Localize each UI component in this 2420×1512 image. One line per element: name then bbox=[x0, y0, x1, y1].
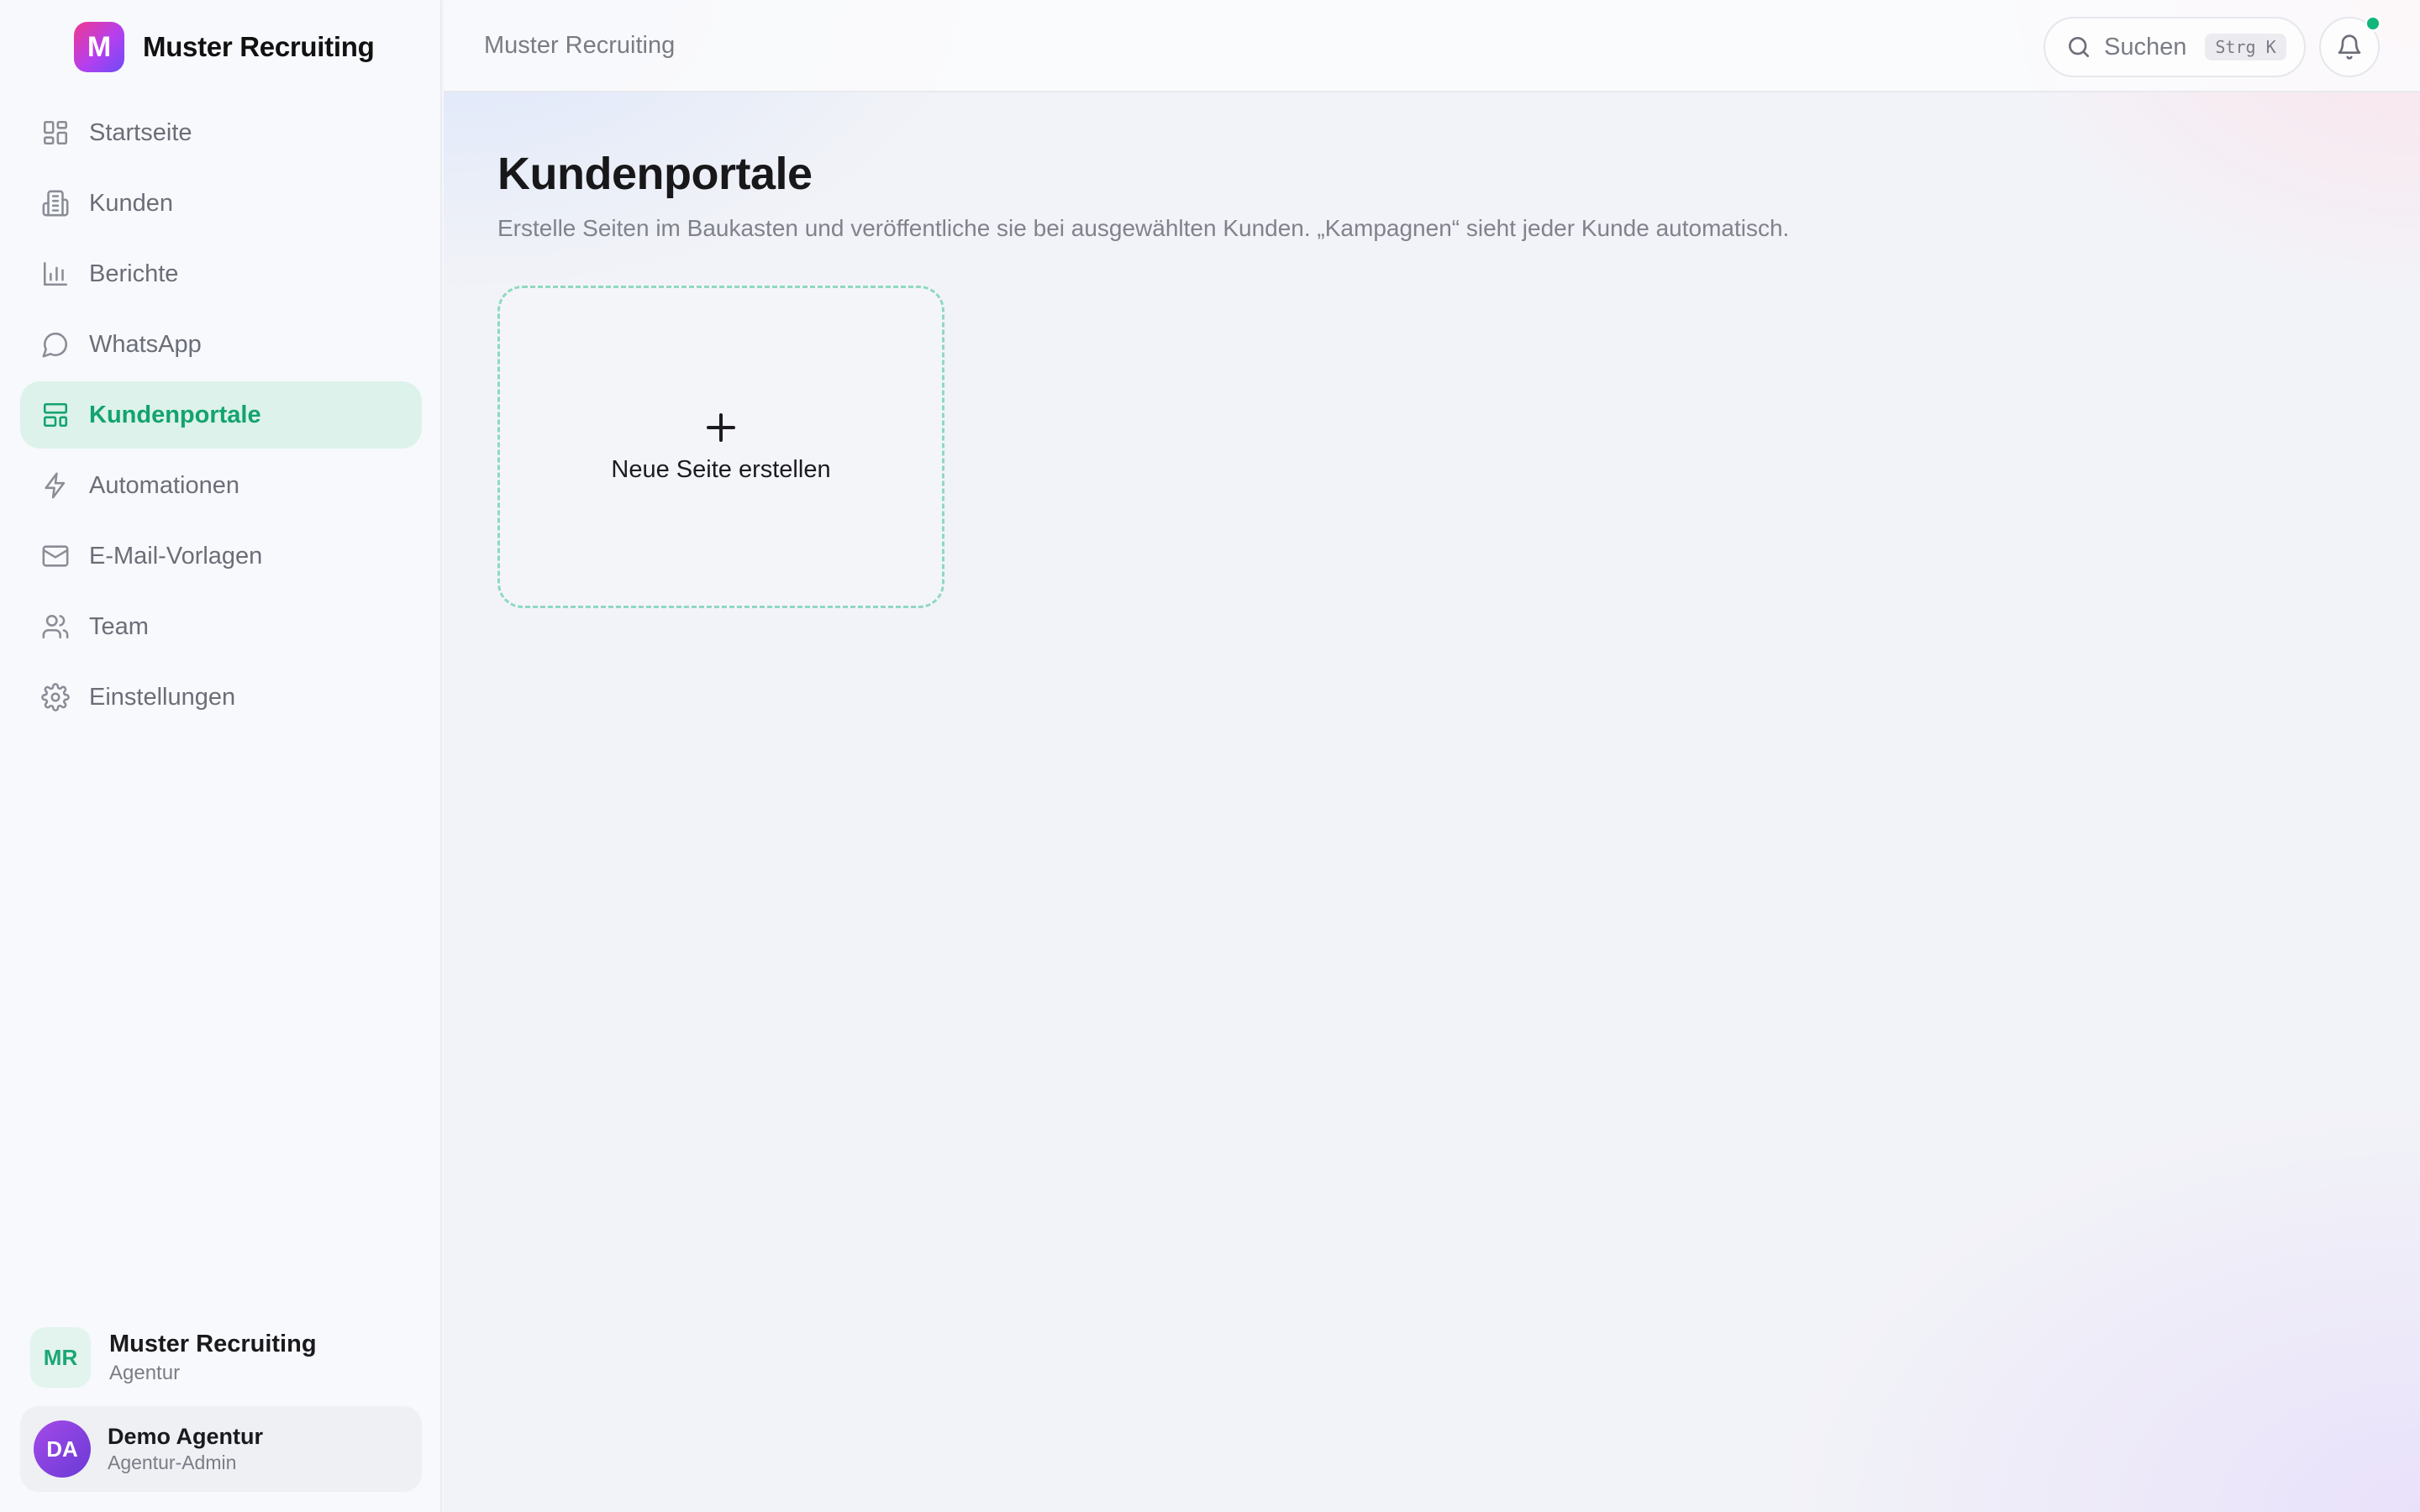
user-name: Demo Agentur bbox=[108, 1424, 264, 1449]
sidebar: M Muster Recruiting Startseite Kunden Be… bbox=[0, 0, 442, 1512]
sidebar-item-team[interactable]: Team bbox=[20, 593, 422, 660]
sidebar-nav: Startseite Kunden Berichte WhatsApp Kund… bbox=[20, 99, 422, 734]
users-icon bbox=[40, 612, 71, 642]
brand[interactable]: M Muster Recruiting bbox=[74, 22, 375, 72]
layout-icon bbox=[40, 400, 71, 430]
sidebar-item-berichte[interactable]: Berichte bbox=[20, 240, 422, 307]
brand-name: Muster Recruiting bbox=[143, 31, 375, 62]
search-icon bbox=[2069, 37, 2089, 57]
org-card[interactable]: MR Muster Recruiting Agentur bbox=[30, 1327, 317, 1388]
sidebar-item-label: Automationen bbox=[89, 471, 239, 499]
notification-badge bbox=[2365, 15, 2381, 32]
new-page-card[interactable]: Neue Seite erstellen bbox=[497, 286, 944, 608]
sidebar-item-label: Einstellungen bbox=[89, 683, 236, 711]
avatar: DA bbox=[34, 1420, 91, 1478]
sidebar-item-kunden[interactable]: Kunden bbox=[20, 170, 422, 237]
lightning-icon bbox=[40, 470, 71, 501]
topbar: Muster Recruiting Suchen Strg K bbox=[444, 0, 2420, 92]
main-content: Muster Recruiting Suchen Strg K Kundenpo… bbox=[444, 0, 2420, 1512]
sidebar-item-label: Startseite bbox=[89, 118, 192, 146]
sidebar-item-label: WhatsApp bbox=[89, 330, 202, 358]
search-button[interactable]: Suchen Strg K bbox=[2044, 17, 2306, 77]
sidebar-item-label: E-Mail-Vorlagen bbox=[89, 542, 263, 570]
plus-icon bbox=[707, 412, 735, 442]
page-title: Kundenportale bbox=[497, 149, 813, 199]
building-icon bbox=[40, 188, 71, 218]
breadcrumb: Muster Recruiting bbox=[484, 32, 676, 59]
sidebar-item-whatsapp[interactable]: WhatsApp bbox=[20, 311, 422, 378]
bar-chart-icon bbox=[40, 259, 71, 289]
user-role: Agentur-Admin bbox=[108, 1452, 237, 1473]
user-card[interactable]: DA Demo Agentur Agentur-Admin bbox=[20, 1406, 422, 1492]
sidebar-item-label: Berichte bbox=[89, 260, 179, 287]
page-subtitle: Erstelle Seiten im Baukasten und veröffe… bbox=[497, 215, 1790, 241]
org-avatar: MR bbox=[30, 1327, 91, 1388]
brand-logo: M bbox=[74, 22, 124, 72]
sidebar-item-einstellungen[interactable]: Einstellungen bbox=[20, 664, 422, 731]
search-label: Suchen bbox=[2104, 33, 2187, 60]
gear-icon bbox=[40, 682, 71, 712]
sidebar-item-label: Kundenportale bbox=[89, 401, 261, 428]
sidebar-item-startseite[interactable]: Startseite bbox=[20, 99, 422, 166]
grid-icon bbox=[40, 118, 71, 148]
mail-icon bbox=[40, 541, 71, 571]
sidebar-item-automationen[interactable]: Automationen bbox=[20, 452, 422, 519]
sidebar-item-email-vorlagen[interactable]: E-Mail-Vorlagen bbox=[20, 522, 422, 590]
new-page-label: Neue Seite erstellen bbox=[611, 455, 831, 483]
chat-bubble-icon bbox=[40, 329, 71, 360]
search-shortcut: Strg K bbox=[2205, 34, 2286, 60]
org-role: Agentur bbox=[109, 1361, 181, 1384]
sidebar-item-label: Kunden bbox=[89, 189, 173, 217]
bell-icon bbox=[2338, 34, 2361, 60]
org-name: Muster Recruiting bbox=[109, 1330, 317, 1357]
sidebar-item-kundenportale[interactable]: Kundenportale bbox=[20, 381, 422, 449]
sidebar-item-label: Team bbox=[89, 612, 149, 640]
